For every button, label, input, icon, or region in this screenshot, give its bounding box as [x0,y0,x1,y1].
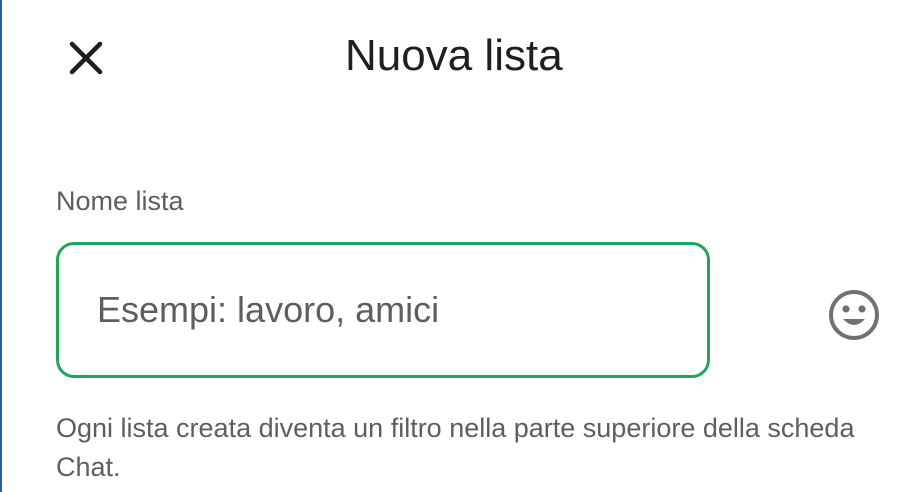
close-button[interactable] [62,34,110,82]
list-name-input[interactable] [97,289,687,331]
list-name-label: Nome lista [56,186,184,216]
page-title: Nuova lista [345,31,563,80]
close-icon [69,41,103,75]
emoji-button[interactable] [826,287,882,343]
list-name-field[interactable] [56,242,710,378]
help-text: Ogni lista creata diventa un filtro nell… [56,413,855,482]
smiley-icon [829,290,879,340]
window-edge [0,0,2,492]
